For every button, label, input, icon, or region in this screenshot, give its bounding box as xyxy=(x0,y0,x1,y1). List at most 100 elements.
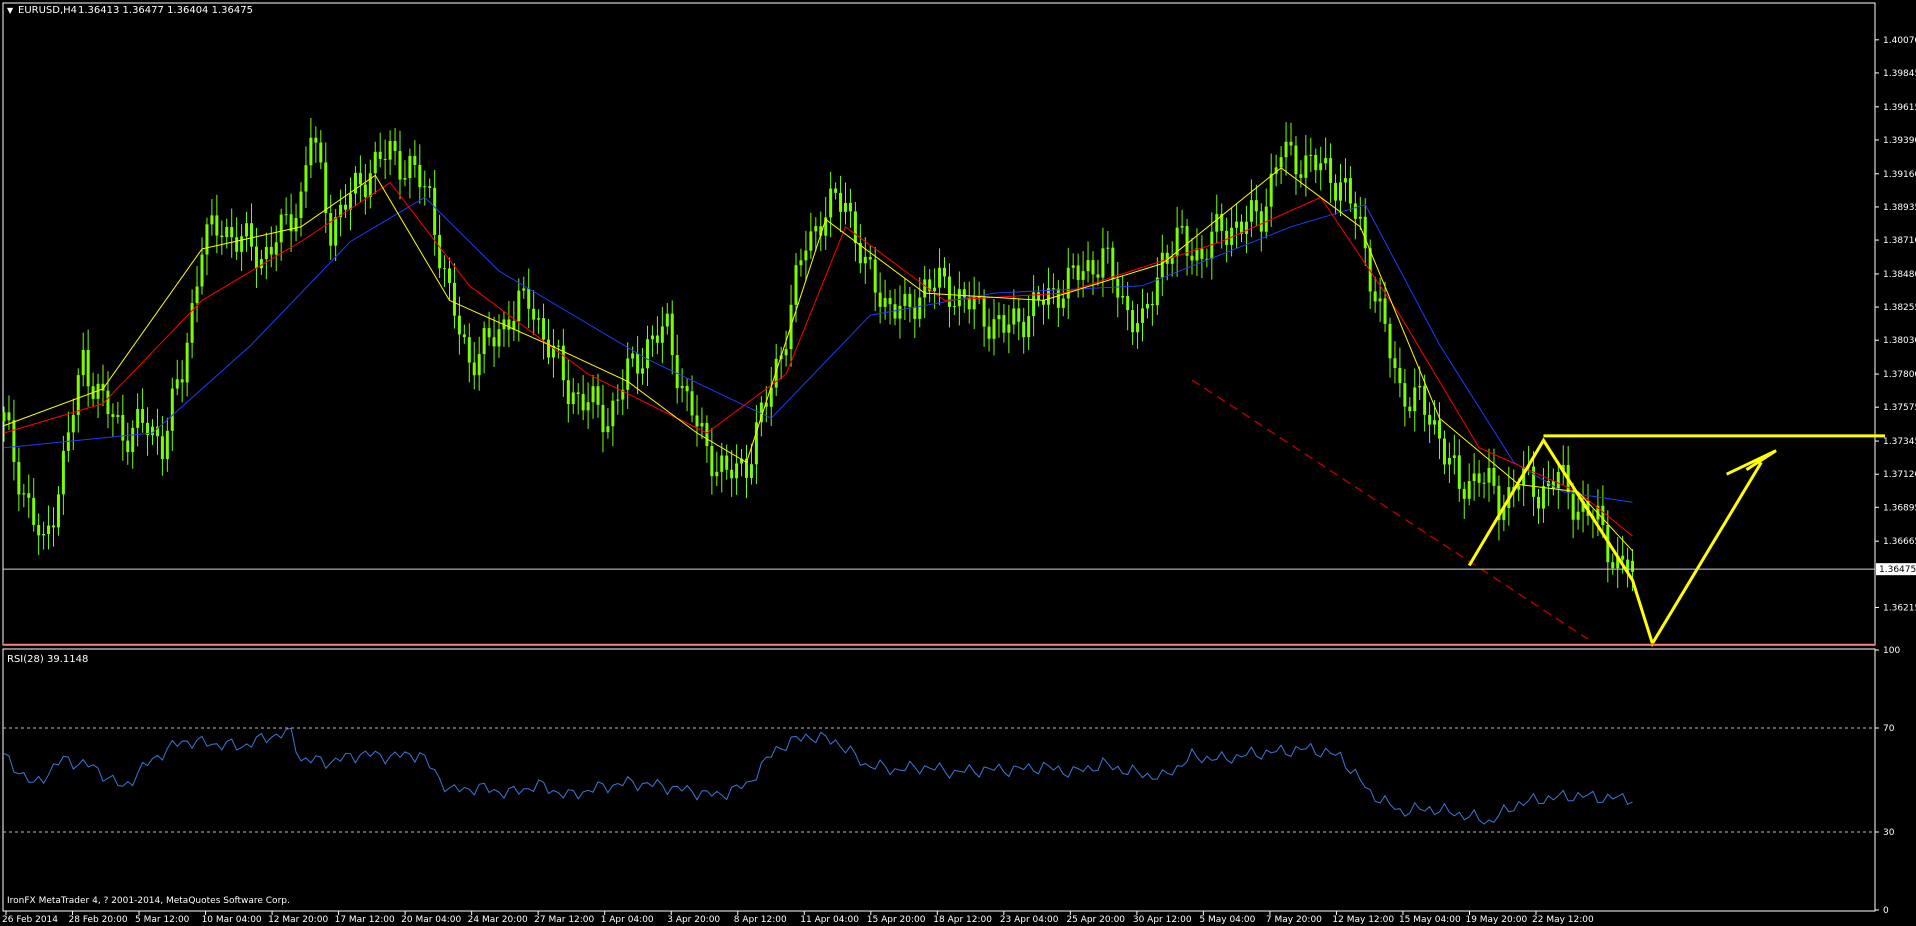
candle-body xyxy=(1294,145,1298,175)
collapse-triangle-icon[interactable]: ▼ xyxy=(7,6,14,15)
candle-body xyxy=(611,400,615,427)
candle-body xyxy=(195,286,199,304)
candle-body xyxy=(1447,457,1451,465)
rsi-tick-label: 100 xyxy=(1883,646,1900,656)
candle-body xyxy=(839,192,843,212)
candle-body xyxy=(165,430,169,460)
candle-body xyxy=(1284,141,1288,158)
candle-body xyxy=(923,279,927,298)
candle-body xyxy=(1235,221,1239,228)
price-tick-label: 1.36665 xyxy=(1883,537,1916,547)
candle-body xyxy=(522,288,526,291)
time-tick-label: 30 Apr 12:00 xyxy=(1133,915,1192,925)
trading-chart[interactable]: 1.40070 1.39845 1.39615 1.39390 1.39160 1.389… xyxy=(0,0,1916,926)
candle-body xyxy=(1339,182,1342,201)
candle-body xyxy=(527,288,531,309)
candle-body xyxy=(418,164,422,188)
candle-body xyxy=(680,385,684,389)
rsi-tick-label: 30 xyxy=(1883,828,1895,838)
candle-body xyxy=(52,525,55,528)
candle-body xyxy=(353,172,357,194)
candle-body xyxy=(37,524,41,536)
candle-body xyxy=(834,188,838,193)
candle-body xyxy=(7,412,11,421)
candle-body xyxy=(61,450,65,495)
candle-body xyxy=(1492,467,1496,486)
price-tick-label: 1.37345 xyxy=(1883,437,1916,447)
candle-body xyxy=(1101,248,1105,278)
candle-body xyxy=(1155,277,1159,306)
candle-body xyxy=(230,227,234,238)
candle-body xyxy=(334,217,338,246)
candle-body xyxy=(1611,562,1615,569)
candle-body xyxy=(814,226,818,232)
candle-body xyxy=(344,204,348,210)
candle-body xyxy=(987,326,991,339)
candle-body xyxy=(1200,248,1204,259)
candle-body xyxy=(185,342,189,383)
candle-body xyxy=(452,282,456,316)
candle-body xyxy=(641,368,645,374)
candle-body xyxy=(1576,511,1580,520)
price-tick-label: 1.37575 xyxy=(1883,403,1916,413)
candle-body xyxy=(581,394,585,411)
candle-body xyxy=(1571,492,1575,520)
candle-body xyxy=(1472,473,1476,482)
candle-body xyxy=(1353,203,1357,219)
candle-body xyxy=(180,379,184,383)
candle-body xyxy=(482,328,486,355)
current-price-value: 1.36475 xyxy=(1879,565,1916,575)
candle-body xyxy=(957,289,961,307)
candle-body xyxy=(1145,303,1149,309)
candle-body xyxy=(448,268,451,283)
candle-body xyxy=(1249,200,1253,222)
candle-body xyxy=(358,172,362,185)
candle-body xyxy=(829,188,833,218)
candle-body xyxy=(477,354,481,376)
current-price-tag: 1.36475 xyxy=(1876,563,1916,576)
candle-body xyxy=(398,151,402,180)
candle-body xyxy=(646,339,649,369)
candle-body xyxy=(962,289,966,298)
candle-body xyxy=(675,355,679,389)
candle-body xyxy=(1383,298,1387,324)
candle-body xyxy=(497,329,501,347)
symbol-label: EURUSD,H4 xyxy=(18,5,77,16)
candle-body xyxy=(868,256,872,260)
candle-body xyxy=(1225,230,1229,245)
rsi-tick-label: 70 xyxy=(1883,724,1895,734)
candle-body xyxy=(665,313,669,327)
candle-body xyxy=(299,191,303,219)
price-tick-label: 1.38030 xyxy=(1883,336,1916,346)
price-tick-label: 1.38935 xyxy=(1883,203,1916,213)
candle-body xyxy=(349,193,352,210)
candle-body xyxy=(438,234,442,269)
candle-body xyxy=(1631,560,1635,572)
candle-body xyxy=(264,246,268,260)
candle-body xyxy=(1244,221,1248,234)
candle-body xyxy=(938,267,942,288)
candle-body xyxy=(1621,555,1625,560)
time-tick-label: 15 Apr 20:00 xyxy=(867,915,926,925)
candle-body xyxy=(537,318,541,320)
candle-body xyxy=(547,339,550,358)
candle-body xyxy=(799,260,803,266)
candle-body xyxy=(279,214,283,243)
candle-body xyxy=(383,158,387,160)
time-tick-label: 19 May 20:00 xyxy=(1465,915,1527,925)
candle-body xyxy=(517,290,521,322)
candle-body xyxy=(626,358,630,390)
candle-body xyxy=(1027,316,1031,338)
candle-body xyxy=(715,471,719,477)
candle-body xyxy=(1467,481,1471,499)
candle-body xyxy=(507,319,511,330)
candle-body xyxy=(997,315,1001,320)
candle-body xyxy=(636,353,640,374)
candle-body xyxy=(111,414,115,418)
candle-body xyxy=(472,362,476,376)
candle-body xyxy=(784,349,788,356)
candle-body xyxy=(952,306,956,308)
candle-body xyxy=(1541,486,1545,509)
candle-body xyxy=(566,380,570,405)
candle-body xyxy=(1007,324,1011,333)
